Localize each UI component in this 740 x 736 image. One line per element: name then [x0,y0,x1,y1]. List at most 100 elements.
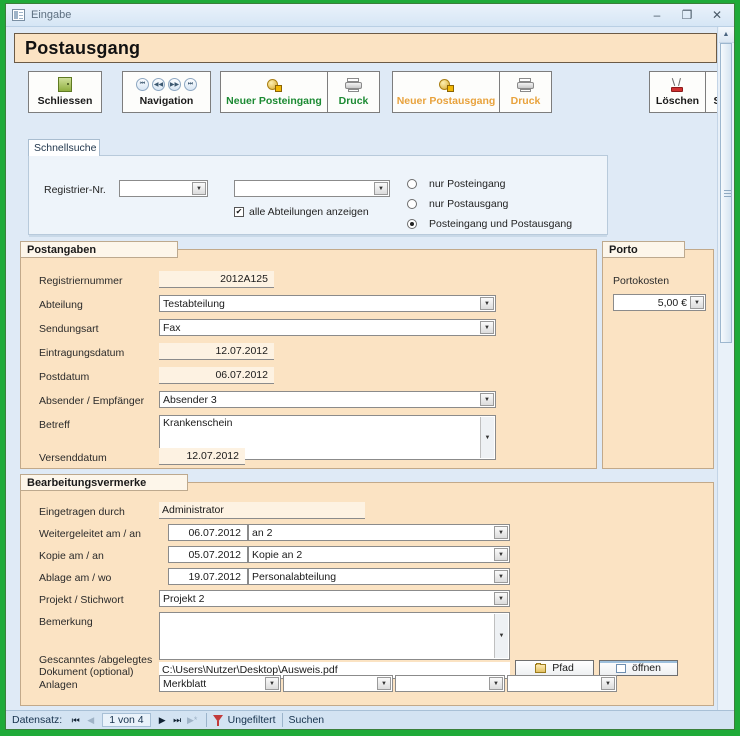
bemerkung-memo[interactable]: ▼ [159,612,510,660]
record-first-button[interactable]: ⏮ [68,715,83,726]
oeffnen-button[interactable]: öffnen [599,660,678,676]
chevron-down-icon[interactable]: ▼ [494,592,508,605]
anlage-combo-4[interactable]: ▼ [507,675,617,692]
chevron-down-icon[interactable]: ▼ [480,321,494,334]
chevron-down-icon[interactable]: ▼ [480,393,494,406]
betreff-value: Krankenschein [163,417,233,429]
anlage-combo-2[interactable]: ▼ [283,675,393,692]
record-new-button[interactable]: ▶* [185,715,200,726]
filter-status[interactable]: Ungefiltert [212,714,276,726]
bemerkung-scrollbar[interactable]: ▼ [494,614,508,658]
scroll-up-arrow-icon[interactable]: ▲ [718,27,734,43]
radio-option-beide[interactable]: Posteingang und Postausgang [407,218,572,230]
maximize-button[interactable]: ❐ [672,6,702,24]
record-last-button[interactable]: ⏭ [170,715,185,726]
kopie-label: Kopie am / an [39,550,104,562]
druck-postausgang-button[interactable]: Druck [499,72,551,112]
record-position[interactable]: 1 von 4 [102,713,151,727]
registriernummer-field[interactable]: 2012A125 [159,271,274,288]
bearbeitungsvermerke-section: Bearbeitungsvermerke Eingetragen durch A… [20,474,714,706]
chevron-down-icon[interactable]: ▼ [480,297,494,310]
druck-posteingang-label: Druck [338,95,369,107]
record-prev-button[interactable]: ◀ [83,715,98,726]
chevron-down-icon[interactable]: ▼ [192,182,206,195]
scrollbar-track[interactable] [718,43,734,710]
pfad-label: Pfad [552,662,574,674]
eintragungsdatum-field[interactable]: 12.07.2012 [159,343,274,360]
radio-posteingang-icon[interactable] [407,179,417,189]
anlage-combo-3[interactable]: ▼ [395,675,505,692]
chevron-down-icon[interactable]: ▼ [494,526,508,539]
abteilung-combo[interactable]: Testabteilung ▼ [159,295,496,312]
radio-beide-icon[interactable] [407,219,417,229]
window-open-icon [615,663,626,673]
close-button-group: Schliessen [28,71,102,113]
scrollbar-thumb[interactable] [719,43,732,343]
radio-postausgang-icon[interactable] [407,199,417,209]
page-title-banner: Postausgang [14,33,717,63]
radio-option-postausgang[interactable]: nur Postausgang [407,198,508,210]
navigation-icons: ⏮ ◀◀ ▶▶ ⏭ [136,76,197,93]
navigation-button-group: ⏮ ◀◀ ▶▶ ⏭ Navigation [122,71,211,113]
nav-last-icon[interactable]: ⏭ [184,78,197,91]
chevron-down-icon[interactable]: ▼ [265,677,279,690]
postdatum-field[interactable]: 06.07.2012 [159,367,274,384]
chevron-down-icon[interactable]: ▼ [494,548,508,561]
eingetragen-durch-field[interactable]: Administrator [159,502,365,519]
portokosten-combo[interactable]: 5,00 € ▼ [613,294,706,311]
nav-next-icon[interactable]: ▶▶ [168,78,181,91]
filter-icon [212,714,224,726]
weitergeleitet-combo[interactable]: an 2 ▼ [248,524,510,541]
druck-posteingang-button[interactable]: Druck [327,72,379,112]
projekt-combo[interactable]: Projekt 2 ▼ [159,590,510,607]
status-divider [205,713,207,727]
chevron-down-icon[interactable]: ▼ [601,677,615,690]
schliessen-button[interactable]: Schliessen [29,72,101,112]
kopie-date-field[interactable]: 05.07.2012 [168,546,248,563]
neuer-postausgang-label: Neuer Postausgang [396,95,496,107]
sendungsart-combo[interactable]: Fax ▼ [159,319,496,336]
absender-combo[interactable]: Absender 3 ▼ [159,391,496,408]
neuer-posteingang-button[interactable]: Neuer Posteingang [221,72,327,112]
alle-abteilungen-checkbox-row[interactable]: ✔ alle Abteilungen anzeigen [234,206,369,218]
eintragungsdatum-label: Eintragungsdatum [39,347,125,359]
kopie-combo[interactable]: Kopie an 2 ▼ [248,546,510,563]
close-button[interactable]: ✕ [702,6,732,24]
postangaben-title: Postangaben [20,241,178,258]
chevron-down-icon[interactable]: ▼ [494,570,508,583]
anlage-combo-1[interactable]: Merkblatt ▼ [159,675,281,692]
chevron-down-icon[interactable]: ▼ [489,677,503,690]
status-search-box[interactable]: Suchen [289,714,325,726]
anlage-value-1: Merkblatt [163,677,207,690]
chevron-down-icon[interactable]: ▼ [374,182,388,195]
alle-abteilungen-checkbox[interactable]: ✔ [234,207,244,217]
suchen-button[interactable]: Suchen [705,72,717,112]
navigation-button[interactable]: ⏮ ◀◀ ▶▶ ⏭ Navigation [123,72,210,112]
versenddatum-field[interactable]: 12.07.2012 [159,448,245,465]
chevron-down-icon[interactable]: ▼ [690,296,704,309]
tab-schnellsuche[interactable]: Schnellsuche [28,139,100,156]
projekt-label: Projekt / Stichwort [39,594,124,606]
radio-postausgang-label: nur Postausgang [429,198,509,210]
betreff-scrollbar[interactable]: ▼ [480,417,494,458]
application-window: Eingabe – ❐ ✕ Postausgang Schliessen ⏮ ◀… [5,3,735,730]
record-next-button[interactable]: ▶ [155,715,170,726]
nav-first-icon[interactable]: ⏮ [136,78,149,91]
chevron-down-icon[interactable]: ▼ [377,677,391,690]
pfad-button[interactable]: Pfad [515,660,594,676]
weitergeleitet-value: an 2 [252,526,273,539]
neuer-postausgang-button[interactable]: Neuer Postausgang [393,72,499,112]
absender-value: Absender 3 [163,393,217,406]
registrier-nr-combo[interactable]: ▼ [119,180,208,197]
vertical-scrollbar[interactable]: ▲ [717,27,734,710]
ablage-date-field[interactable]: 19.07.2012 [168,568,248,585]
weitergeleitet-date-field[interactable]: 06.07.2012 [168,524,248,541]
abteilung-filter-combo[interactable]: ▼ [234,180,390,197]
abteilung-label: Abteilung [39,299,83,311]
loeschen-button[interactable]: Löschen [650,72,705,112]
minimize-button[interactable]: – [642,6,672,24]
nav-prev-icon[interactable]: ◀◀ [152,78,165,91]
ablage-combo[interactable]: Personalabteilung ▼ [248,568,510,585]
schnellsuche-box: Registrier-Nr. ▼ ▼ ✔ alle Abteilungen an… [28,155,608,237]
radio-option-posteingang[interactable]: nur Posteingang [407,178,505,190]
